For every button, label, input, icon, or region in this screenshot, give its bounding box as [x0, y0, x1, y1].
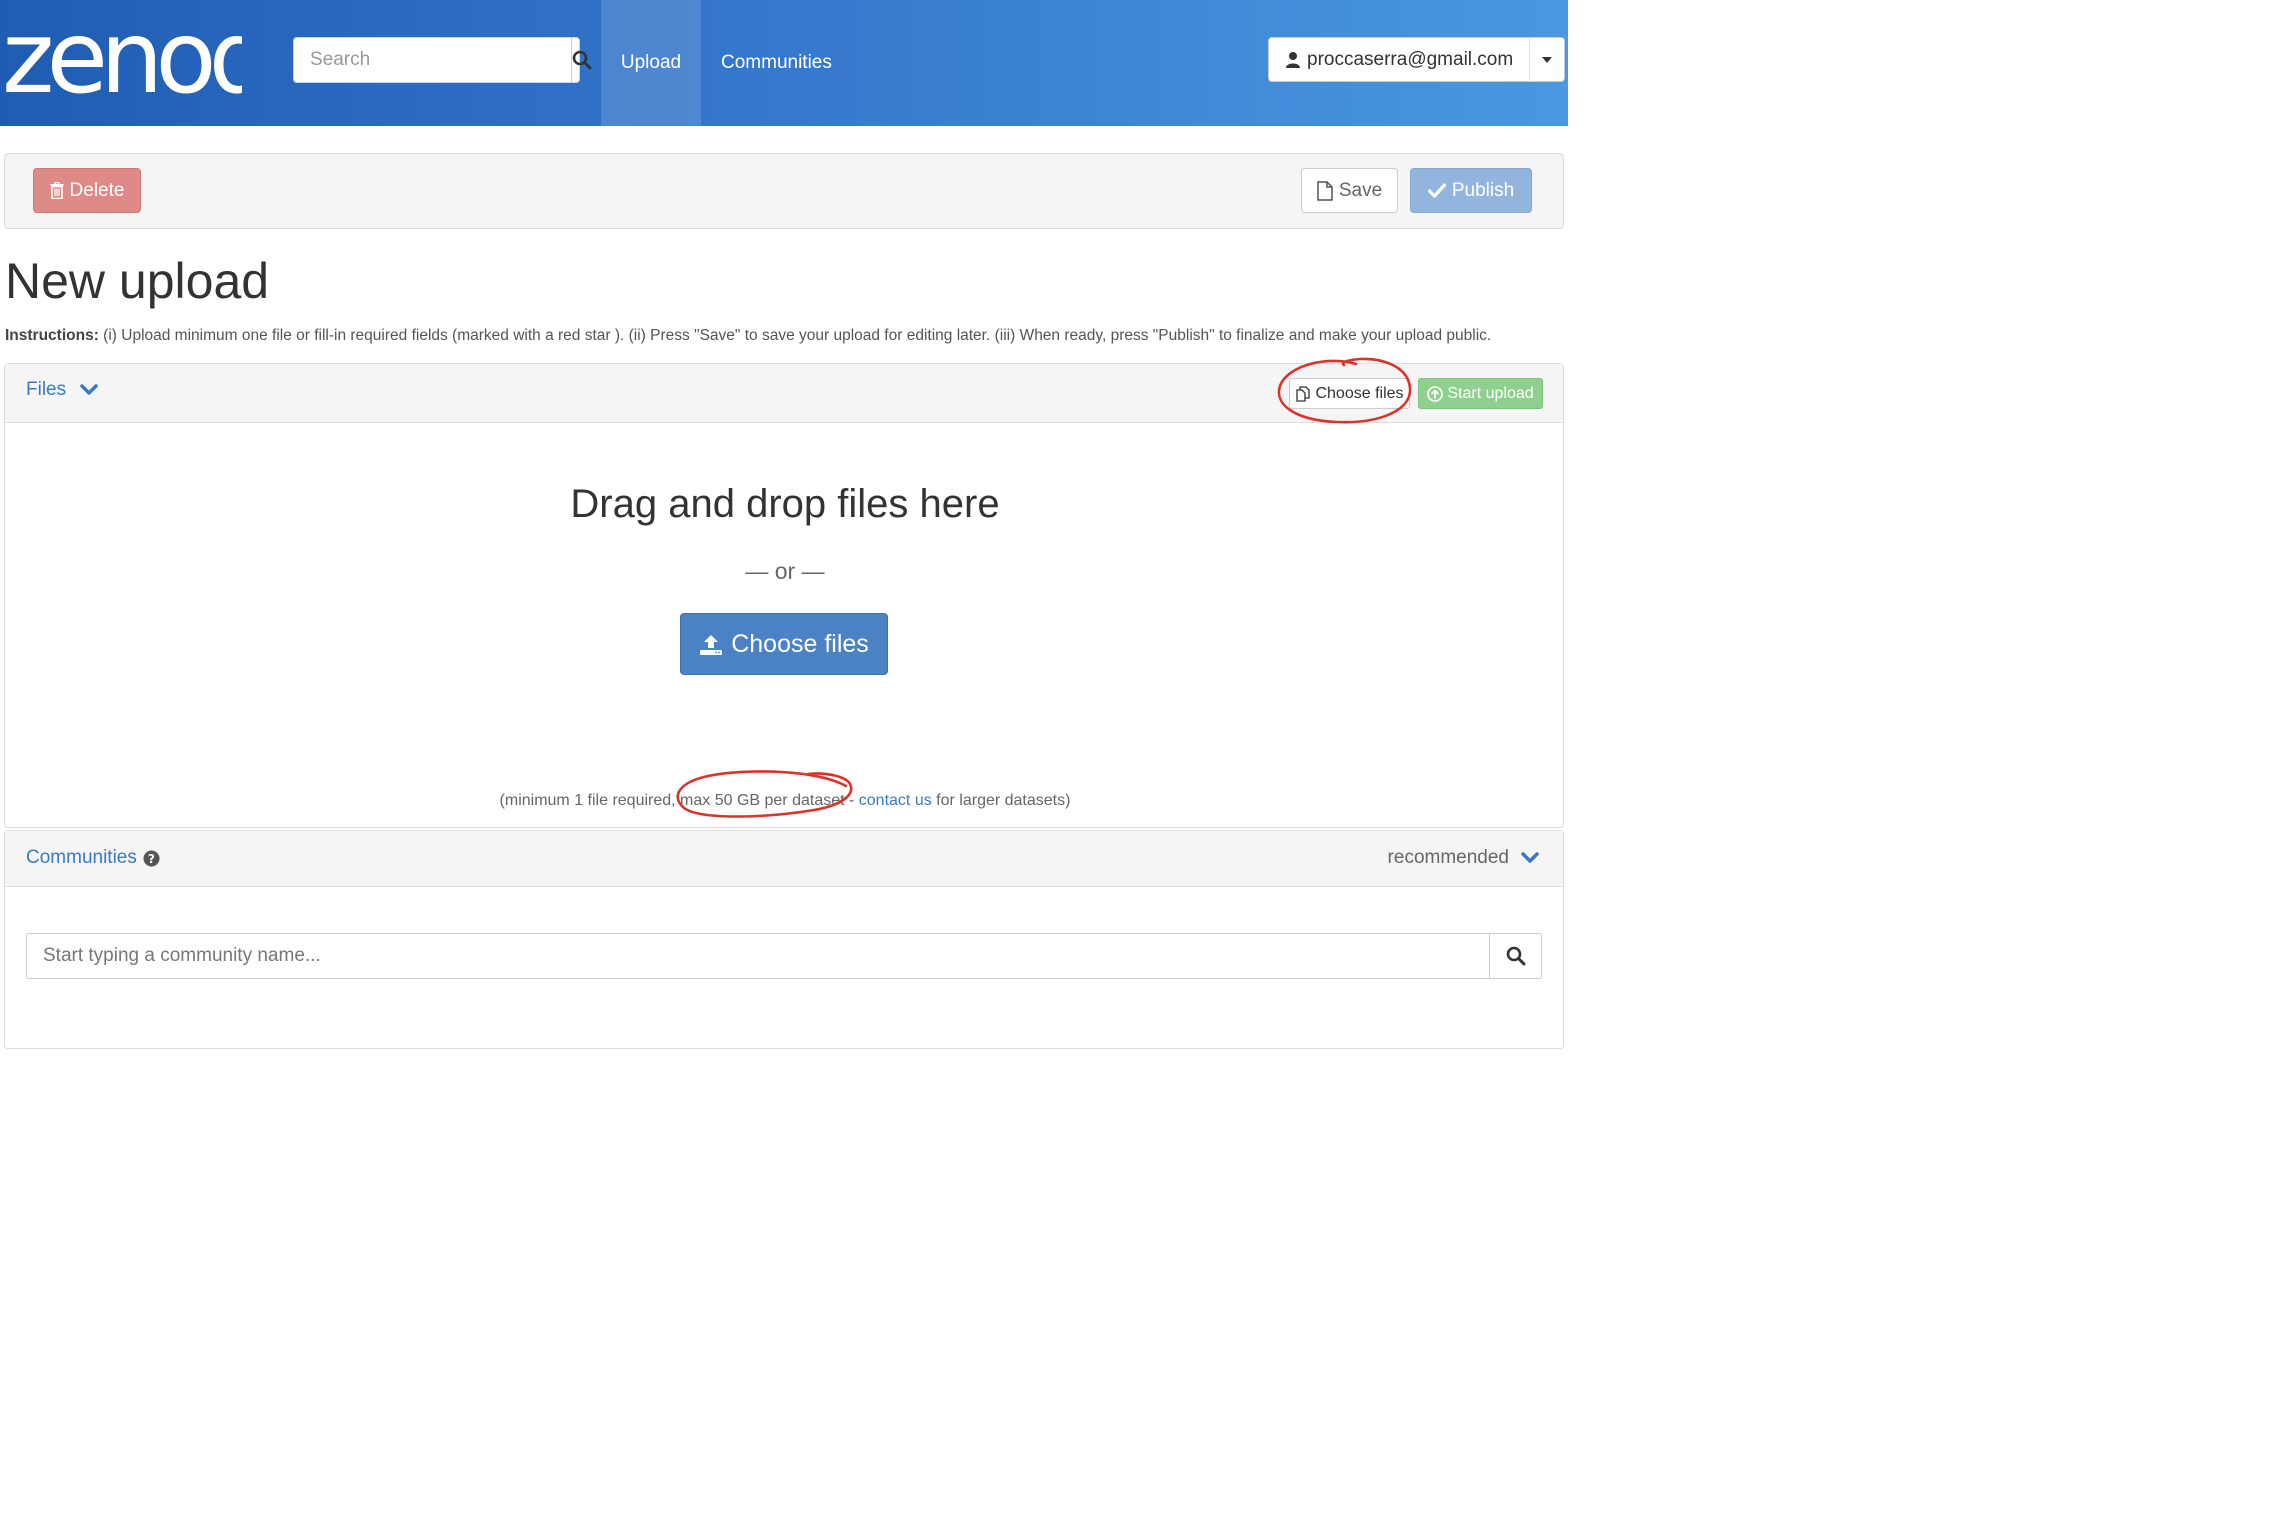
choose-files-large-button[interactable]: Choose files [680, 613, 888, 675]
drop-zone-or: — or — [745, 558, 825, 584]
instructions-text: Instructions: (i) Upload minimum one fil… [5, 327, 1491, 345]
save-label: Save [1338, 179, 1383, 201]
start-upload-button[interactable]: Start upload [1418, 378, 1543, 409]
caret-down-icon [1542, 56, 1552, 63]
search-button[interactable] [571, 38, 592, 82]
page-title: New upload [5, 253, 270, 309]
search-input[interactable] [294, 38, 571, 82]
file-icon [1317, 180, 1333, 201]
files-toggle[interactable]: Files [26, 379, 98, 401]
publish-label: Publish [1451, 179, 1515, 201]
help-icon[interactable]: ? [143, 850, 160, 867]
files-panel: Files Choose files Start upload Drag and… [4, 363, 1564, 828]
chevron-down-icon [1521, 852, 1539, 863]
user-icon [1286, 51, 1300, 68]
contact-us-link[interactable]: contact us [859, 792, 932, 809]
files-title: Files [26, 379, 67, 400]
choose-files-small-button[interactable]: Choose files [1289, 378, 1410, 409]
delete-button[interactable]: Delete [33, 168, 141, 213]
files-panel-header: Files Choose files Start upload [5, 364, 1563, 423]
user-menu-caret[interactable] [1529, 37, 1565, 82]
upload-icon [700, 635, 723, 655]
files-size-note: (minimum 1 file required, max 50 GB per … [5, 792, 1565, 810]
drop-zone-title: Drag and drop files here [570, 482, 1000, 526]
header-search [293, 37, 592, 83]
trash-icon [50, 182, 64, 199]
nav-upload[interactable]: Upload [601, 0, 701, 126]
search-icon [1506, 946, 1525, 966]
choose-files-small-label: Choose files [1315, 384, 1404, 402]
search-icon [572, 50, 592, 70]
publish-button[interactable]: Publish [1410, 168, 1532, 213]
communities-title: Communities [26, 847, 137, 868]
communities-recommended-toggle[interactable]: recommended [1388, 847, 1539, 869]
upload-circle-icon [1427, 385, 1444, 402]
files-note-prefix: (minimum 1 file required, max 50 GB per … [499, 792, 859, 809]
svg-text:zenodo: zenodo [2, 8, 242, 108]
start-upload-label: Start upload [1447, 384, 1534, 402]
user-menu-button[interactable]: proccaserra@gmail.com [1268, 37, 1530, 82]
recommended-label: recommended [1387, 847, 1509, 868]
deposit-action-bar: Delete Save Publish [4, 153, 1564, 229]
chevron-down-icon [80, 384, 98, 395]
choose-files-large-label: Choose files [731, 629, 869, 658]
community-search-button[interactable] [1489, 934, 1541, 978]
files-note-suffix: for larger datasets) [931, 792, 1071, 809]
check-icon [1427, 183, 1446, 198]
zenodo-logo[interactable]: zenodo [2, 8, 242, 108]
instructions-label: Instructions: [5, 327, 99, 344]
communities-toggle[interactable]: Communities ? [26, 847, 160, 869]
save-button[interactable]: Save [1301, 168, 1398, 213]
top-navbar: zenodo Upload Communities proccaserra@gm… [0, 0, 1568, 126]
nav-communities[interactable]: Communities [721, 0, 832, 126]
instructions-body: (i) Upload minimum one file or fill-in r… [98, 327, 1492, 344]
user-email: proccaserra@gmail.com [1307, 48, 1514, 70]
delete-label: Delete [69, 179, 125, 201]
communities-panel-header: Communities ? recommended [5, 831, 1563, 887]
svg-text:?: ? [148, 851, 155, 865]
community-search [26, 933, 1542, 979]
community-search-input[interactable] [27, 934, 1489, 978]
copy-files-icon [1296, 385, 1311, 402]
communities-panel: Communities ? recommended [4, 830, 1564, 1049]
